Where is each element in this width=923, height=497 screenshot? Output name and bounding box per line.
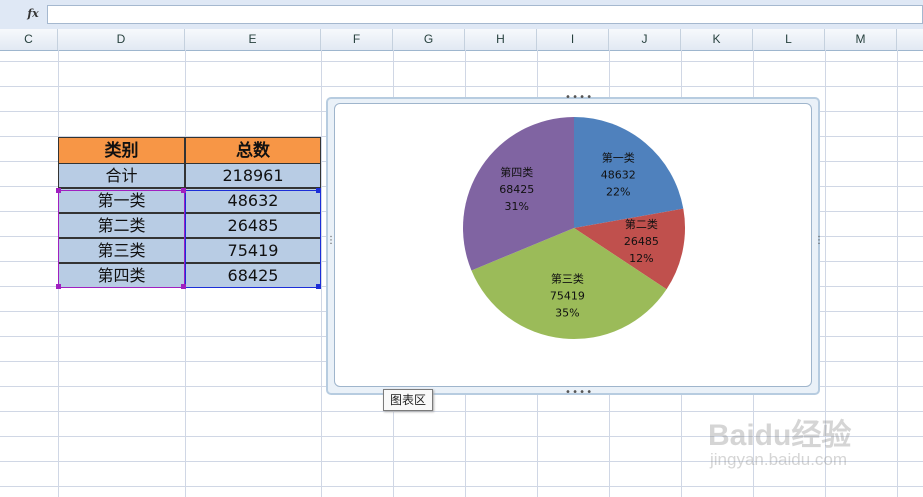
pie-data-label[interactable]: 31% bbox=[505, 200, 529, 213]
range-handle[interactable] bbox=[316, 188, 321, 193]
column-header-M[interactable]: M bbox=[825, 29, 897, 50]
pie-data-label[interactable]: 26485 bbox=[624, 235, 659, 248]
pie-data-label[interactable]: 22% bbox=[606, 185, 630, 198]
pie-data-label[interactable]: 第四类 bbox=[500, 165, 533, 179]
pie-data-label[interactable]: 第三类 bbox=[551, 272, 584, 286]
grid-column-line bbox=[897, 50, 898, 497]
column-header-K[interactable]: K bbox=[681, 29, 753, 50]
grid-row-line bbox=[0, 86, 923, 87]
formula-input[interactable] bbox=[47, 5, 923, 24]
column-header-D[interactable]: D bbox=[58, 29, 185, 50]
grid-column-line bbox=[321, 50, 322, 497]
column-header-H[interactable]: H bbox=[465, 29, 537, 50]
watermark-sub-text: jingyan.baidu.com bbox=[710, 450, 848, 469]
category-range-highlight bbox=[58, 190, 185, 288]
pie-data-label[interactable]: 第一类 bbox=[602, 150, 635, 164]
pie-data-label[interactable]: 48632 bbox=[601, 168, 636, 181]
column-header-J[interactable]: J bbox=[609, 29, 681, 50]
grid-row-line bbox=[0, 61, 923, 62]
chart-area-tooltip: 图表区 bbox=[383, 389, 434, 411]
pie-data-label[interactable]: 12% bbox=[629, 252, 653, 265]
pie-chart[interactable]: 第一类 48632 22% 第二类 26485 12% 第三类 75419 35% 第四类 6842… bbox=[335, 104, 813, 388]
value-range-highlight bbox=[185, 190, 321, 288]
watermark: Baidu经验 jingyan.baidu.com bbox=[700, 392, 890, 482]
table-cell[interactable]: 218961 bbox=[185, 163, 321, 188]
formula-bar: fx bbox=[0, 0, 923, 30]
chart-resize-handle-top[interactable]: • • • • bbox=[565, 93, 592, 103]
column-header-E[interactable]: E bbox=[185, 29, 321, 50]
column-header-C[interactable]: C bbox=[0, 29, 58, 50]
chart-resize-handle-right[interactable]: ⋮ bbox=[814, 236, 824, 246]
chart-area[interactable]: 第一类 48632 22% 第二类 26485 12% 第三类 75419 35% 第四类 6842… bbox=[334, 103, 812, 387]
range-handle[interactable] bbox=[181, 188, 186, 193]
table-cell[interactable]: 合计 bbox=[58, 163, 185, 188]
pie-data-label[interactable]: 第二类 bbox=[625, 217, 658, 231]
pie-data-label[interactable]: 35% bbox=[555, 307, 579, 320]
column-header-I[interactable]: I bbox=[537, 29, 609, 50]
chart-resize-handle-left[interactable]: ⋮ bbox=[326, 236, 336, 246]
insert-function-icon[interactable]: fx bbox=[21, 5, 45, 23]
table-header-cell[interactable]: 总数 bbox=[185, 137, 321, 164]
column-header-G[interactable]: G bbox=[393, 29, 465, 50]
watermark-main-text: Baidu经验 bbox=[708, 419, 852, 452]
column-headers: CDEFGHIJKLM bbox=[0, 29, 923, 51]
column-header-L[interactable]: L bbox=[753, 29, 825, 50]
pie-data-label[interactable]: 75419 bbox=[550, 290, 585, 303]
range-handle[interactable] bbox=[56, 188, 61, 193]
range-handle[interactable] bbox=[316, 284, 321, 289]
table-header-cell[interactable]: 类别 bbox=[58, 137, 185, 164]
column-header-F[interactable]: F bbox=[321, 29, 393, 50]
range-handle[interactable] bbox=[56, 284, 61, 289]
chart-resize-handle-bottom[interactable]: • • • • bbox=[565, 388, 592, 398]
range-handle[interactable] bbox=[181, 284, 186, 289]
pie-data-label[interactable]: 68425 bbox=[499, 183, 534, 196]
grid-row-line bbox=[0, 486, 923, 487]
